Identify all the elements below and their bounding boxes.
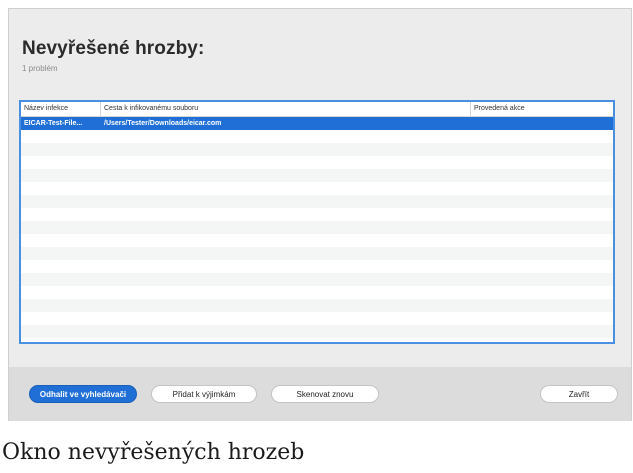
empty-row	[21, 273, 613, 286]
empty-row	[21, 299, 613, 312]
threats-table: Název infekce Cesta k infikovanému soubo…	[19, 100, 615, 344]
empty-row	[21, 312, 613, 325]
column-header-action-taken[interactable]: Provedená akce	[471, 102, 613, 116]
empty-row	[21, 208, 613, 221]
add-exclusion-button[interactable]: Přidat k výjimkám	[151, 385, 257, 403]
empty-row	[21, 338, 613, 342]
problem-count: 1 problém	[22, 64, 58, 73]
close-button[interactable]: Zavřít	[540, 385, 618, 403]
empty-row	[21, 130, 613, 143]
table-body: EICAR-Test-File... /Users/Tester/Downloa…	[21, 117, 613, 342]
empty-row	[21, 286, 613, 299]
empty-row	[21, 325, 613, 338]
page-title: Nevyřešené hrozby:	[22, 38, 205, 59]
rescan-button[interactable]: Skenovat znovu	[271, 385, 379, 403]
empty-row	[21, 156, 613, 169]
empty-row	[21, 169, 613, 182]
reveal-in-finder-button[interactable]: Odhalit ve vyhledávači	[29, 385, 137, 403]
empty-row	[21, 143, 613, 156]
button-bar: Odhalit ve vyhledávači Přidat k výjimkám…	[9, 367, 631, 421]
figure-caption: Okno nevyřešených hrozeb	[2, 440, 305, 465]
column-header-infection-name[interactable]: Název infekce	[21, 102, 101, 116]
table-header: Název infekce Cesta k infikovanému soubo…	[21, 102, 613, 117]
action-cell	[471, 117, 613, 130]
file-path-cell: /Users/Tester/Downloads/eicar.com	[104, 120, 222, 127]
empty-row	[21, 182, 613, 195]
empty-row	[21, 247, 613, 260]
column-header-file-path[interactable]: Cesta k infikovanému souboru	[101, 102, 471, 116]
empty-row	[21, 234, 613, 247]
infection-name-cell: EICAR-Test-File...	[24, 120, 83, 127]
empty-row	[21, 195, 613, 208]
table-row[interactable]: EICAR-Test-File... /Users/Tester/Downloa…	[21, 117, 613, 130]
empty-row	[21, 260, 613, 273]
empty-row	[21, 221, 613, 234]
